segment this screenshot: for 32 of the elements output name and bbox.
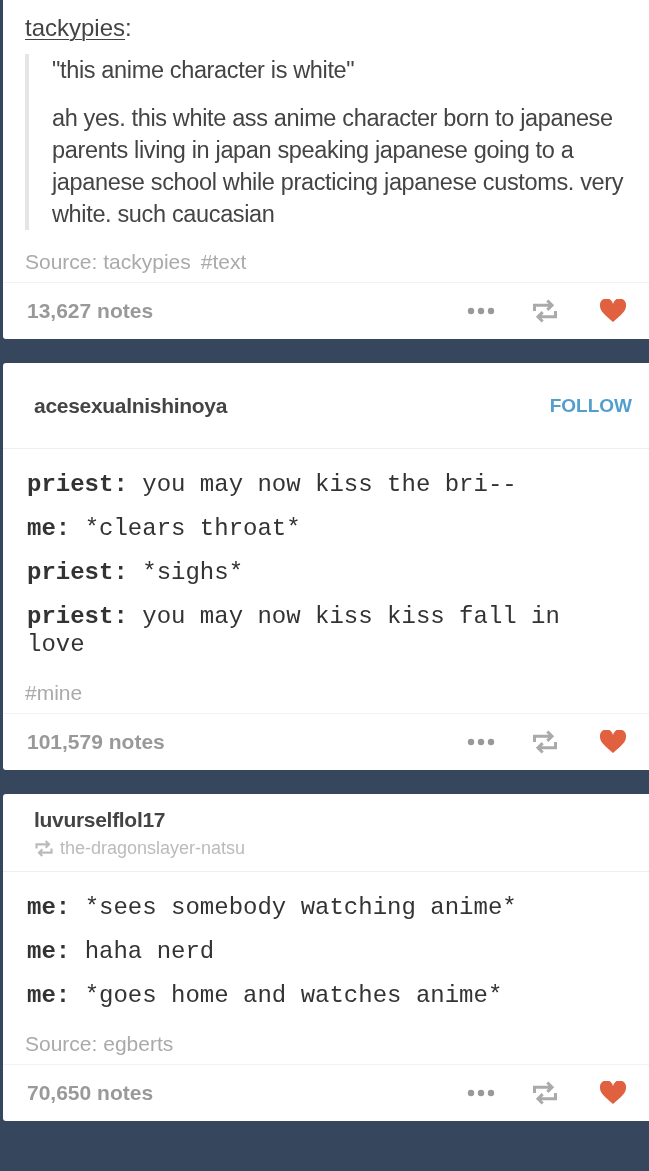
quote-paragraph: "this anime character is white" (52, 56, 356, 85)
follow-button[interactable]: FOLLOW (549, 394, 632, 417)
notes-count[interactable]: 13,627 notes (27, 299, 467, 323)
username-link[interactable]: tackypies (25, 14, 126, 42)
reblog-icon[interactable] (531, 730, 559, 754)
chat-line: me: *clears throat* (27, 515, 302, 543)
colon-text: : (125, 14, 132, 42)
heart-icon[interactable] (599, 730, 627, 754)
more-icon[interactable] (467, 307, 495, 315)
chat-line: priest: you may now kiss kiss fall in love (27, 603, 561, 659)
chat-line: me: *goes home and watches anime* (27, 982, 504, 1010)
more-icon[interactable] (467, 1089, 495, 1097)
notes-count[interactable]: 101,579 notes (27, 730, 467, 754)
quote-paragraph: ah yes. this white ass anime character born to japanese parents living in japan speaking japanese going to a japanese school while practicing japanese customs. very white. such caucasian (52, 104, 625, 229)
notes-count[interactable]: 70,650 notes (27, 1081, 467, 1105)
reblogged-from-link[interactable]: the-dragonslayer-natsu (60, 838, 246, 859)
heart-icon[interactable] (599, 299, 627, 323)
tag-link[interactable]: #mine (25, 681, 83, 705)
more-icon[interactable] (467, 738, 495, 746)
tag-link[interactable]: #text (200, 250, 247, 274)
heart-icon[interactable] (599, 1081, 627, 1105)
source-link[interactable]: Source: egberts (25, 1032, 174, 1056)
chat-line: priest: you may now kiss the bri-- (27, 471, 518, 499)
reblog-icon[interactable] (34, 840, 54, 857)
source-link[interactable]: Source: tackypies (25, 250, 191, 274)
blog-name[interactable]: acesexualnishinoya (34, 393, 228, 418)
chat-line: me: haha nerd (27, 938, 216, 966)
blog-name[interactable]: luvurselflol17 (34, 808, 166, 832)
reblog-icon[interactable] (531, 299, 559, 323)
chat-line: me: *sees somebody watching anime* (27, 894, 518, 922)
chat-line: priest: *sighs* (27, 559, 245, 587)
reblog-icon[interactable] (531, 1081, 559, 1105)
